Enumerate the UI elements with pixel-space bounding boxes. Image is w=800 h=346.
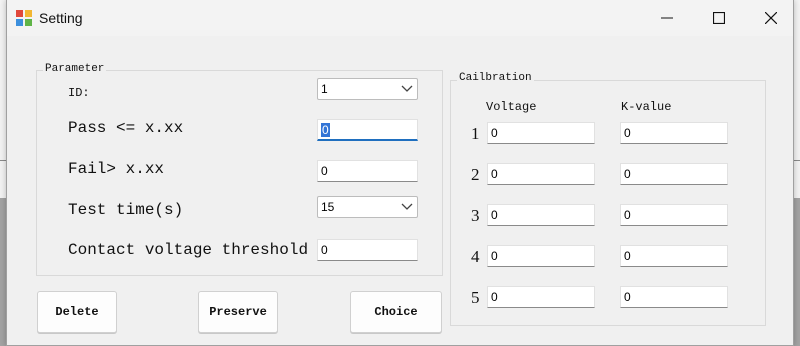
window-title: Setting	[39, 10, 83, 26]
kvalue-input-2[interactable]: 0	[620, 163, 728, 185]
minimize-button[interactable]	[643, 0, 691, 36]
fail-label: Fail> x.xx	[68, 160, 165, 178]
calibration-row-number: 5	[471, 288, 480, 307]
kvalue-input-1[interactable]: 0	[620, 122, 728, 144]
voltage-input-value: 0	[491, 126, 498, 140]
contact-voltage-input[interactable]: 0	[317, 239, 418, 261]
delete-button[interactable]: Delete	[37, 291, 117, 333]
setting-window: Setting Parameter ID: 1 Pass <= x.xx 0 F…	[6, 0, 794, 346]
kvalue-input-3[interactable]: 0	[620, 204, 728, 226]
voltage-input-3[interactable]: 0	[487, 204, 595, 226]
calibration-row-number: 4	[471, 247, 480, 266]
maximize-button[interactable]	[695, 0, 743, 36]
voltage-input-value: 0	[491, 249, 498, 263]
chevron-down-icon	[401, 85, 413, 92]
close-icon	[765, 12, 777, 24]
calibration-legend: Cailbration	[457, 72, 534, 84]
fail-input[interactable]: 0	[317, 160, 418, 182]
kvalue-input-5[interactable]: 0	[620, 286, 728, 308]
voltage-input-4[interactable]: 0	[487, 245, 595, 267]
fail-input-value: 0	[321, 164, 328, 178]
pass-label: Pass <= x.xx	[68, 119, 184, 137]
title-bar[interactable]: Setting	[7, 0, 793, 36]
test-time-label: Test time(s)	[68, 201, 184, 219]
voltage-input-1[interactable]: 0	[487, 122, 595, 144]
contact-voltage-label: Contact voltage threshold	[68, 241, 309, 259]
id-label: ID:	[68, 86, 90, 100]
close-button[interactable]	[747, 0, 795, 36]
pass-input[interactable]: 0	[317, 119, 418, 141]
calibration-row-number: 2	[471, 165, 480, 184]
kvalue-input-4[interactable]: 0	[620, 245, 728, 267]
kvalue-input-value: 0	[624, 249, 631, 263]
kvalue-header: K-value	[621, 100, 672, 114]
maximize-icon	[713, 12, 725, 24]
kvalue-input-value: 0	[624, 126, 631, 140]
kvalue-input-value: 0	[624, 167, 631, 181]
id-dropdown-value: 1	[321, 82, 328, 96]
minimize-icon	[661, 17, 673, 19]
voltage-input-2[interactable]: 0	[487, 163, 595, 185]
app-icon	[16, 10, 32, 26]
calibration-row-number: 1	[471, 124, 480, 143]
voltage-input-value: 0	[491, 290, 498, 304]
voltage-input-5[interactable]: 0	[487, 286, 595, 308]
test-time-dropdown-value: 15	[321, 200, 335, 214]
voltage-input-value: 0	[491, 208, 498, 222]
calibration-row-number: 3	[471, 206, 480, 225]
parameter-legend: Parameter	[43, 63, 107, 75]
kvalue-input-value: 0	[624, 290, 631, 304]
voltage-input-value: 0	[491, 167, 498, 181]
voltage-header: Voltage	[486, 100, 537, 114]
contact-voltage-input-value: 0	[321, 243, 328, 257]
id-dropdown[interactable]: 1	[317, 78, 418, 100]
chevron-down-icon	[401, 203, 413, 210]
pass-input-value: 0	[321, 123, 330, 137]
kvalue-input-value: 0	[624, 208, 631, 222]
preserve-button[interactable]: Preserve	[198, 291, 278, 333]
choice-button[interactable]: Choice	[350, 291, 442, 333]
test-time-dropdown[interactable]: 15	[317, 196, 418, 218]
